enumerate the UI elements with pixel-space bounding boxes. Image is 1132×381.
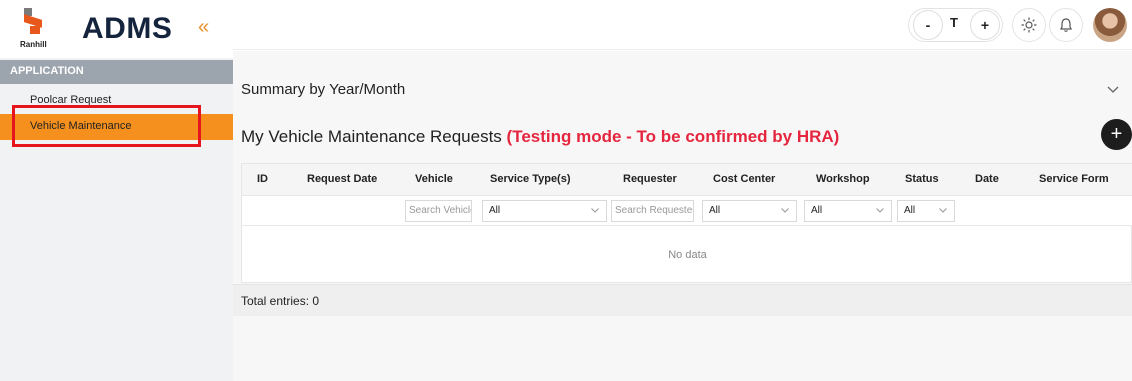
sidebar-item-vehicle-maintenance[interactable]: Vehicle Maintenance — [0, 114, 233, 140]
service-type-select[interactable]: All — [482, 200, 607, 222]
column-header-id[interactable]: ID — [257, 173, 268, 185]
chevron-down-icon — [781, 208, 789, 213]
top-bar: - T + — [233, 0, 1132, 50]
bell-icon — [1060, 18, 1072, 32]
column-header-cost-center[interactable]: Cost Center — [713, 173, 775, 185]
app-title: ADMS — [82, 12, 173, 45]
testing-mode-note: (Testing mode - To be confirmed by HRA) — [506, 127, 840, 146]
filter-row: Search Vehicle All Search Requester All … — [242, 196, 1132, 226]
column-header-date[interactable]: Date — [975, 173, 999, 185]
column-header-service-types[interactable]: Service Type(s) — [490, 173, 571, 185]
workshop-select[interactable]: All — [804, 200, 892, 222]
column-header-requester[interactable]: Requester — [623, 173, 677, 185]
status-select[interactable]: All — [897, 200, 955, 222]
empty-state-text: No data — [668, 249, 707, 261]
requests-title-text: My Vehicle Maintenance Requests — [241, 127, 502, 146]
column-header-status[interactable]: Status — [905, 173, 939, 185]
column-header-request-date[interactable]: Request Date — [307, 173, 377, 185]
column-header-service-form[interactable]: Service Form — [1039, 173, 1109, 185]
service-type-value: All — [489, 205, 501, 216]
total-entries-text: Total entries: 0 — [241, 294, 320, 308]
notifications-button[interactable] — [1049, 8, 1083, 42]
main-content: Summary by Year/Month My Vehicle Mainten… — [233, 51, 1132, 381]
table-footer: Total entries: 0 — [233, 284, 1132, 316]
requests-title: My Vehicle Maintenance Requests (Testing… — [241, 127, 839, 147]
decrease-font-button[interactable]: - — [913, 10, 943, 40]
user-avatar[interactable] — [1093, 8, 1127, 42]
table-header: ID Request Date Vehicle Service Type(s) … — [242, 164, 1132, 196]
vehicle-search-input[interactable]: Search Vehicle — [405, 200, 472, 222]
summary-section-title[interactable]: Summary by Year/Month — [241, 81, 405, 98]
chevron-down-icon[interactable] — [1105, 81, 1121, 97]
requester-search-input[interactable]: Search Requester — [611, 200, 694, 222]
ranhill-logo-icon — [22, 8, 44, 40]
logo-company-name: Ranhill — [20, 40, 47, 49]
sidebar-item-poolcar-request[interactable]: Poolcar Request — [0, 88, 233, 114]
requests-table: ID Request Date Vehicle Service Type(s) … — [241, 163, 1132, 283]
section-header-application: APPLICATION — [0, 60, 233, 84]
cost-center-select[interactable]: All — [702, 200, 797, 222]
increase-font-button[interactable]: + — [970, 10, 1000, 40]
chevron-down-icon — [939, 208, 947, 213]
status-value: All — [904, 205, 916, 216]
collapse-sidebar-icon[interactable]: « — [198, 15, 209, 39]
theme-toggle-button[interactable] — [1012, 8, 1046, 42]
column-header-workshop[interactable]: Workshop — [816, 173, 870, 185]
chevron-down-icon — [591, 208, 599, 213]
chevron-down-icon — [876, 208, 884, 213]
add-request-button[interactable]: + — [1101, 119, 1132, 150]
sidebar: Ranhill ADMS « APPLICATION Poolcar Reque… — [0, 0, 233, 381]
font-size-label: T — [950, 15, 958, 30]
logo-area: Ranhill ADMS « — [0, 0, 233, 58]
workshop-value: All — [811, 205, 823, 216]
sun-icon — [1021, 17, 1037, 33]
column-header-vehicle[interactable]: Vehicle — [415, 173, 453, 185]
cost-center-value: All — [709, 205, 721, 216]
